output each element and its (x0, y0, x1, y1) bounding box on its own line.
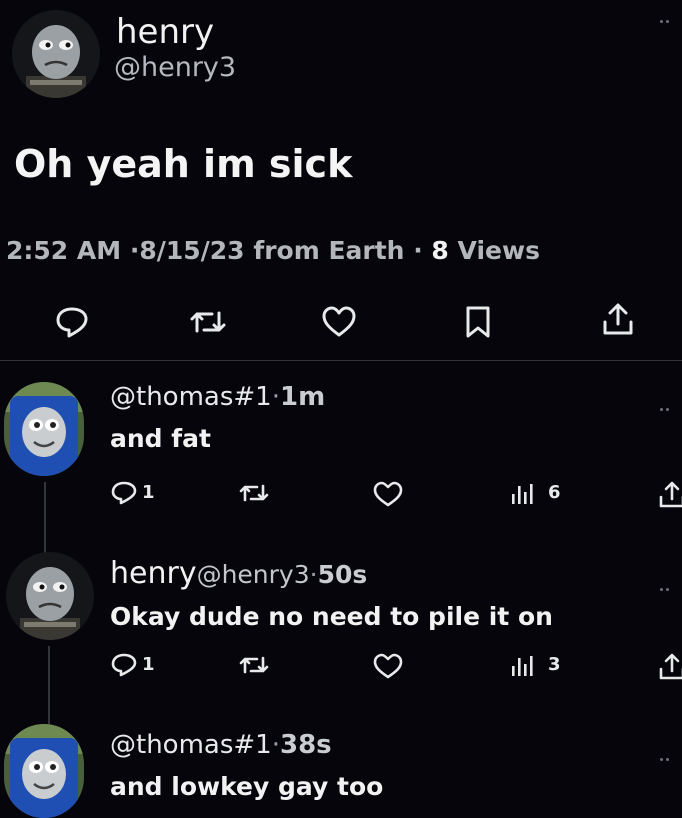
reply-text: and fat (110, 424, 211, 453)
reply-handle[interactable]: @thomas#1 (110, 382, 272, 412)
views-count: 8 (431, 236, 449, 265)
author-display-name[interactable]: henry (116, 12, 214, 52)
reply-count: 1 (142, 654, 155, 675)
reply-display-name[interactable]: henry (110, 556, 197, 591)
reply-time: 50s (317, 560, 368, 589)
meta-separator: · (129, 236, 140, 265)
retweet-icon[interactable] (238, 480, 270, 506)
avatar-henry[interactable] (12, 10, 100, 98)
views-icon[interactable] (510, 654, 536, 678)
post-time: 2:52 AM (6, 236, 122, 265)
reply-text: and lowkey gay too (110, 772, 384, 801)
retweet-icon[interactable] (188, 305, 228, 339)
views-count: 6 (548, 482, 561, 503)
avatar-thomas[interactable] (4, 382, 84, 476)
meta-separator: · (309, 560, 318, 589)
reply-time: 38s (279, 730, 332, 760)
reply-handle[interactable]: @thomas#1 (110, 730, 272, 760)
reply-handle[interactable]: @henry3 (197, 560, 310, 589)
avatar-henry[interactable] (6, 552, 94, 640)
reply-icon[interactable] (110, 652, 138, 678)
divider (0, 360, 682, 361)
author-handle[interactable]: @henry3 (114, 52, 236, 83)
reply-icon[interactable] (54, 305, 90, 339)
more-options-icon[interactable] (660, 8, 678, 23)
like-icon[interactable] (372, 480, 404, 508)
views-label: Views (457, 236, 540, 265)
reply-count: 1 (142, 482, 155, 503)
meta-separator: · (271, 730, 280, 760)
bookmark-icon[interactable] (463, 305, 493, 339)
avatar-thomas[interactable] (4, 724, 84, 818)
retweet-icon[interactable] (238, 652, 270, 678)
post-source: from Earth (253, 236, 405, 265)
thread-line (44, 482, 46, 554)
reply-text: Okay dude no need to pile it on (110, 602, 553, 631)
reply-header: @thomas#1·1m (110, 382, 325, 412)
reply-header: henry@henry3·50s (110, 556, 367, 591)
like-icon[interactable] (320, 304, 358, 340)
share-icon[interactable] (658, 652, 682, 682)
reply-time: 1m (279, 382, 326, 412)
views-count: 3 (548, 654, 561, 675)
reply-header: @thomas#1·38s (110, 730, 332, 760)
more-options-icon[interactable] (660, 396, 678, 411)
more-options-icon[interactable] (660, 576, 678, 591)
views-icon[interactable] (510, 482, 536, 506)
more-options-icon[interactable] (660, 746, 678, 761)
share-icon[interactable] (600, 302, 636, 338)
reply-icon[interactable] (110, 480, 138, 506)
post-text: Oh yeah im sick (14, 142, 353, 186)
share-icon[interactable] (658, 480, 682, 510)
post-meta: 2:52 AM ·8/15/23 from Earth · 8 Views (6, 236, 540, 265)
meta-separator: · (271, 382, 280, 412)
like-icon[interactable] (372, 652, 404, 680)
meta-separator: · (413, 236, 423, 265)
post-date: 8/15/23 (139, 236, 245, 265)
thread-line (48, 646, 50, 726)
